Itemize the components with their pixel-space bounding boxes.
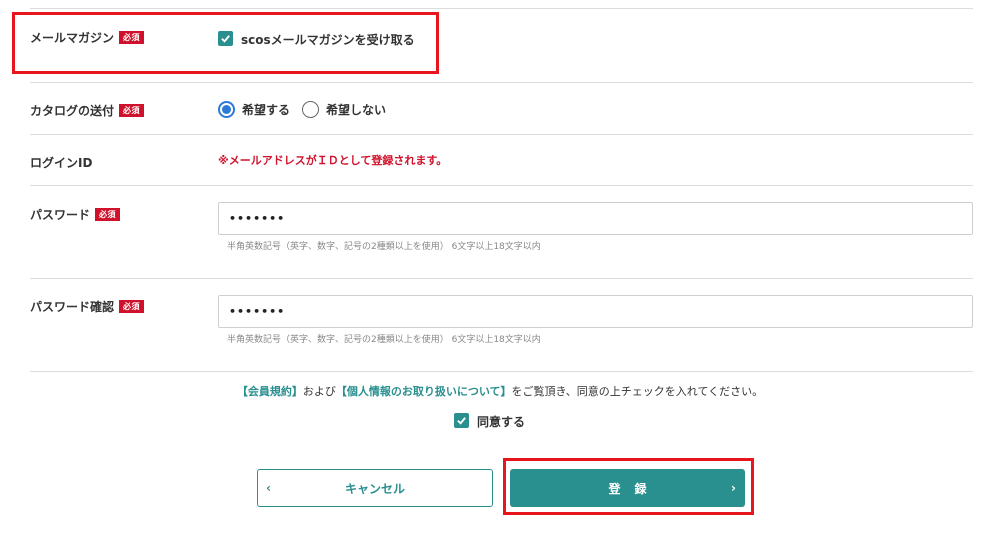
password-input[interactable]: ••••••• — [218, 202, 973, 235]
required-badge: 必須 — [119, 31, 145, 44]
catalog-label-text: カタログの送付 — [30, 104, 115, 118]
password-confirm-hint: 半角英数記号（英字、数字、記号の2種類以上を使用） 6文字以上18文字以内 — [227, 335, 541, 345]
login-id-label: ログインID — [30, 154, 92, 171]
mail-magazine-label: メールマガジン 必須 — [30, 29, 145, 46]
required-badge: 必須 — [95, 208, 121, 221]
check-icon — [457, 417, 466, 425]
check-icon — [221, 35, 230, 43]
divider-3 — [30, 185, 973, 186]
divider-1 — [30, 82, 973, 83]
chevron-left-icon: ‹ — [266, 481, 271, 495]
agree-checkbox[interactable] — [454, 413, 469, 428]
catalog-radio-no[interactable] — [302, 101, 319, 118]
password-label-text: パスワード — [30, 208, 91, 222]
login-id-note: ※メールアドレスがＩＤとして登録されます。 — [218, 154, 448, 167]
consent-text: 【会員規約】および【個人情報のお取り扱いについて】をご覧頂き、同意の上チェックを… — [0, 383, 1000, 399]
password-confirm-input[interactable]: ••••••• — [218, 295, 973, 328]
catalog-option-yes-label[interactable]: 希望する — [242, 101, 290, 118]
password-confirm-label-text: パスワード確認 — [30, 300, 115, 314]
required-badge: 必須 — [119, 300, 145, 313]
catalog-label: カタログの送付 必須 — [30, 102, 145, 119]
divider-2 — [30, 134, 973, 135]
divider-5 — [30, 371, 973, 372]
register-button[interactable]: 登録 › — [510, 469, 745, 507]
password-label: パスワード 必須 — [30, 206, 121, 223]
agree-label[interactable]: 同意する — [477, 413, 525, 430]
mail-magazine-checkbox[interactable] — [218, 31, 233, 46]
catalog-option-no-label[interactable]: 希望しない — [326, 101, 386, 118]
privacy-link[interactable]: 【個人情報のお取り扱いについて】 — [336, 385, 512, 398]
divider-4 — [30, 278, 973, 279]
catalog-radio-yes[interactable] — [218, 101, 235, 118]
terms-link[interactable]: 【会員規約】 — [237, 385, 303, 398]
mail-magazine-label-text: メールマガジン — [30, 31, 115, 45]
consent-rest: をご覧頂き、同意の上チェックを入れてください。 — [511, 385, 764, 398]
chevron-right-icon: › — [731, 481, 736, 495]
register-button-label: 登録 — [608, 481, 661, 496]
login-id-label-text: ログインID — [30, 156, 93, 170]
password-hint: 半角英数記号（英字、数字、記号の2種類以上を使用） 6文字以上18文字以内 — [227, 242, 541, 252]
cancel-button-label: キャンセル — [344, 481, 405, 496]
consent-and: および — [302, 385, 336, 398]
required-badge: 必須 — [119, 104, 145, 117]
mail-magazine-option-label[interactable]: scosメールマガジンを受け取る — [241, 31, 415, 48]
password-confirm-label: パスワード確認 必須 — [30, 298, 145, 315]
cancel-button[interactable]: ‹ キャンセル — [257, 469, 493, 507]
divider-top — [30, 8, 973, 9]
